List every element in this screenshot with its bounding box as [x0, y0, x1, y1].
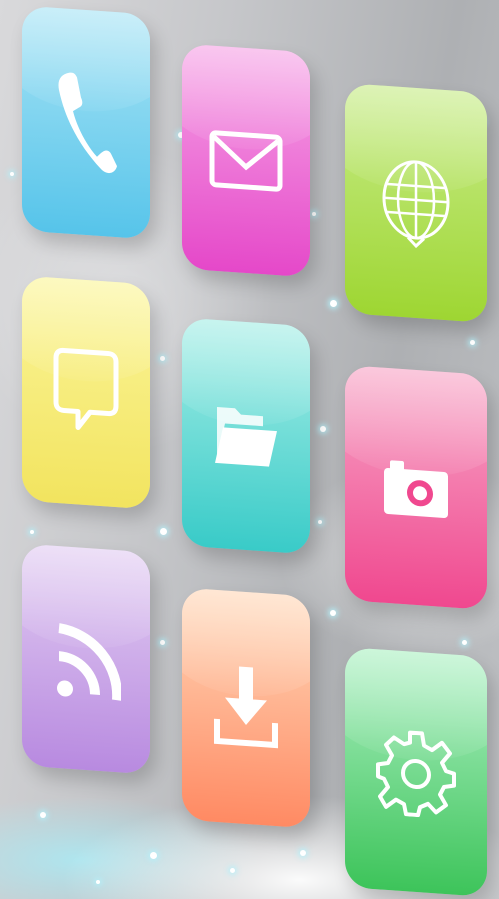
folder-icon	[215, 406, 277, 467]
rss-icon	[57, 623, 121, 701]
folder-app-tile[interactable]	[182, 317, 310, 555]
globe-icon	[382, 160, 450, 249]
globe-app-tile[interactable]	[345, 83, 487, 323]
download-icon	[214, 666, 278, 749]
phone-app-tile[interactable]	[22, 5, 150, 240]
chat-app-tile[interactable]	[22, 275, 150, 510]
chat-bubble-icon	[53, 347, 119, 430]
camera-app-tile[interactable]	[345, 365, 487, 610]
camera-icon	[384, 459, 448, 518]
download-app-tile[interactable]	[182, 587, 310, 829]
rss-app-tile[interactable]	[22, 543, 150, 775]
mail-icon	[209, 129, 283, 192]
settings-app-tile[interactable]	[345, 647, 487, 897]
gear-icon	[376, 730, 456, 818]
phone-icon	[58, 72, 117, 173]
mail-app-tile[interactable]	[182, 43, 310, 278]
